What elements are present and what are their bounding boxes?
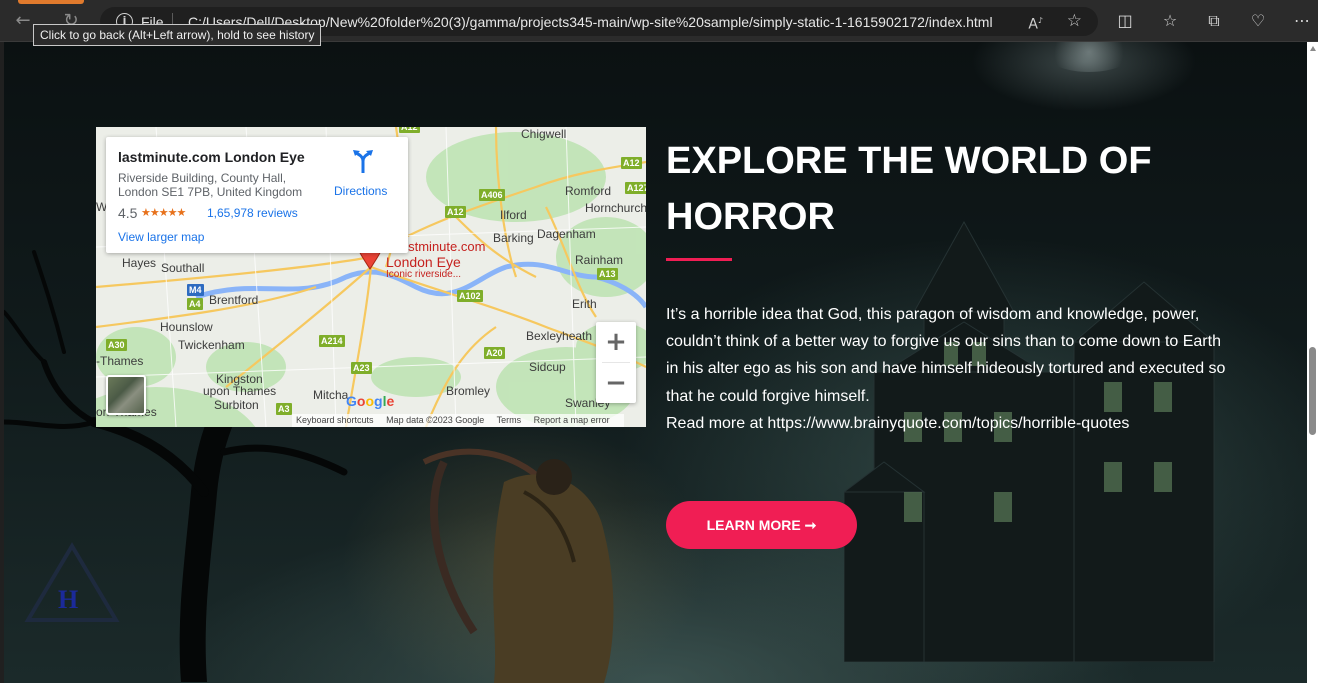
zoom-in-button[interactable]: + xyxy=(596,322,636,362)
hero-read-more: Read more at https://www.brainyquote.com… xyxy=(666,414,1130,432)
map-data-text: Map data ©2023 Google xyxy=(386,415,485,425)
split-screen-icon[interactable]: ◫ xyxy=(1113,9,1137,33)
map-label-hounslow: Hounslow xyxy=(160,320,213,334)
favorite-star-icon[interactable]: ☆ xyxy=(1067,11,1082,31)
road-label-a12-top: A12 xyxy=(399,127,420,133)
place-name: lastminute.com London Eye xyxy=(118,149,305,165)
moon-glow xyxy=(1044,42,1134,72)
map-label-brentford: Brentford xyxy=(209,293,259,307)
road-label-a12: A12 xyxy=(445,206,466,218)
map-label-hornchurch: Hornchurch xyxy=(585,201,646,215)
back-arrow-icon[interactable]: ← xyxy=(12,10,34,32)
favorites-icon[interactable]: ☆ xyxy=(1158,9,1182,33)
map-zoom-controls: + − xyxy=(596,322,636,403)
map-label-mitcham: Mitcha xyxy=(313,388,349,402)
place-address-line1: Riverside Building, County Hall, xyxy=(118,171,287,185)
map-label-hayes: Hayes xyxy=(122,256,157,270)
directions-link[interactable]: Directions xyxy=(334,184,387,198)
map-label-barking: Barking xyxy=(493,231,534,245)
map-label-bromley: Bromley xyxy=(446,384,491,398)
collections-icon[interactable]: ⧉ xyxy=(1202,9,1226,33)
map-label-twickenham: Twickenham xyxy=(178,338,245,352)
map-label-erith: Erith xyxy=(572,297,597,311)
map-label-thames: -Thames xyxy=(96,354,144,368)
map-label-chigwell: Chigwell xyxy=(521,127,567,141)
map-label-rainham: Rainham xyxy=(575,253,624,267)
road-label-a3: A3 xyxy=(276,403,292,415)
directions-icon[interactable] xyxy=(352,149,374,173)
hero-section: H Chigwell Romford Hornchurch Ilford Bar… xyxy=(4,42,1307,683)
map-label-upon-thames: upon Thames xyxy=(203,384,277,398)
back-button-tooltip: Click to go back (Alt+Left arrow), hold … xyxy=(33,24,322,46)
hero-body: It’s a horrible idea that God, this para… xyxy=(666,301,1226,437)
map-label-dagenham: Dagenham xyxy=(537,227,596,241)
satellite-toggle-button[interactable] xyxy=(106,375,146,415)
place-rating: 4.5 xyxy=(118,205,138,221)
map-label-bexleyheath: Bexleyheath xyxy=(526,329,593,343)
map-pin-label-line3[interactable]: Iconic riverside... xyxy=(386,269,461,280)
road-label-a4: A4 xyxy=(187,298,203,310)
road-label-m4: M4 xyxy=(187,284,204,296)
road-label-a30: A30 xyxy=(106,339,127,351)
map-pin-label-line1[interactable]: lastminute.com xyxy=(398,239,485,254)
browser-essentials-icon[interactable]: ♡ xyxy=(1246,9,1270,33)
place-address-line2: London SE1 7PB, United Kingdom xyxy=(118,185,303,199)
view-larger-map-link[interactable]: View larger map xyxy=(118,230,204,244)
more-icon[interactable]: ⋯ xyxy=(1290,9,1314,33)
report-map-error-link[interactable]: Report a map error xyxy=(534,415,610,425)
map-label-romford: Romford xyxy=(565,184,612,198)
hero-heading: EXPLORE THE WORLD OF HORROR xyxy=(666,140,1152,238)
road-label-a127: A127 xyxy=(625,182,646,194)
map-label-sidcup: Sidcup xyxy=(529,360,566,374)
road-label-a12-east: A12 xyxy=(621,157,642,169)
reviews-link[interactable]: 1,65,978 reviews xyxy=(207,206,298,220)
keyboard-shortcuts-link[interactable]: Keyboard shortcuts xyxy=(296,415,374,425)
map-attribution-bar: Keyboard shortcuts Map data ©2023 Google… xyxy=(292,414,624,427)
svg-text:H: H xyxy=(58,585,78,614)
hero-quote-text: It’s a horrible idea that God, this para… xyxy=(666,306,1226,405)
google-map-embed[interactable]: Chigwell Romford Hornchurch Ilford Barki… xyxy=(96,127,646,427)
google-logo: Google xyxy=(346,393,395,409)
page-scrollbar[interactable] xyxy=(1307,42,1318,683)
scroll-up-arrow-icon[interactable] xyxy=(1310,46,1316,51)
active-tab-indicator xyxy=(18,0,84,4)
road-label-a20: A20 xyxy=(484,347,505,359)
grim-reaper-illustration xyxy=(422,448,614,683)
map-pin-label-line2[interactable]: London Eye xyxy=(386,254,461,270)
zoom-out-button[interactable]: − xyxy=(596,363,636,403)
road-label-a102: A102 xyxy=(457,290,483,302)
road-label-a13: A13 xyxy=(597,268,618,280)
star-rating-icon: ★★★★★ xyxy=(141,206,186,219)
map-label-surbiton: Surbiton xyxy=(214,398,259,412)
heading-underline xyxy=(666,258,732,261)
road-label-a23: A23 xyxy=(351,362,372,374)
road-label-a406: A406 xyxy=(479,189,505,201)
read-aloud-icon[interactable]: A♪ xyxy=(1028,13,1043,33)
road-label-a214: A214 xyxy=(319,335,345,347)
learn-more-button[interactable]: LEARN MORE ➞ xyxy=(666,501,857,549)
map-label-southall: Southall xyxy=(161,261,205,275)
place-info-card: lastminute.com London Eye Riverside Buil… xyxy=(106,137,408,253)
scrollbar-thumb[interactable] xyxy=(1309,347,1316,435)
map-label-ilford: Ilford xyxy=(500,208,527,222)
site-logo-icon: H xyxy=(24,542,120,622)
terms-link[interactable]: Terms xyxy=(497,415,522,425)
